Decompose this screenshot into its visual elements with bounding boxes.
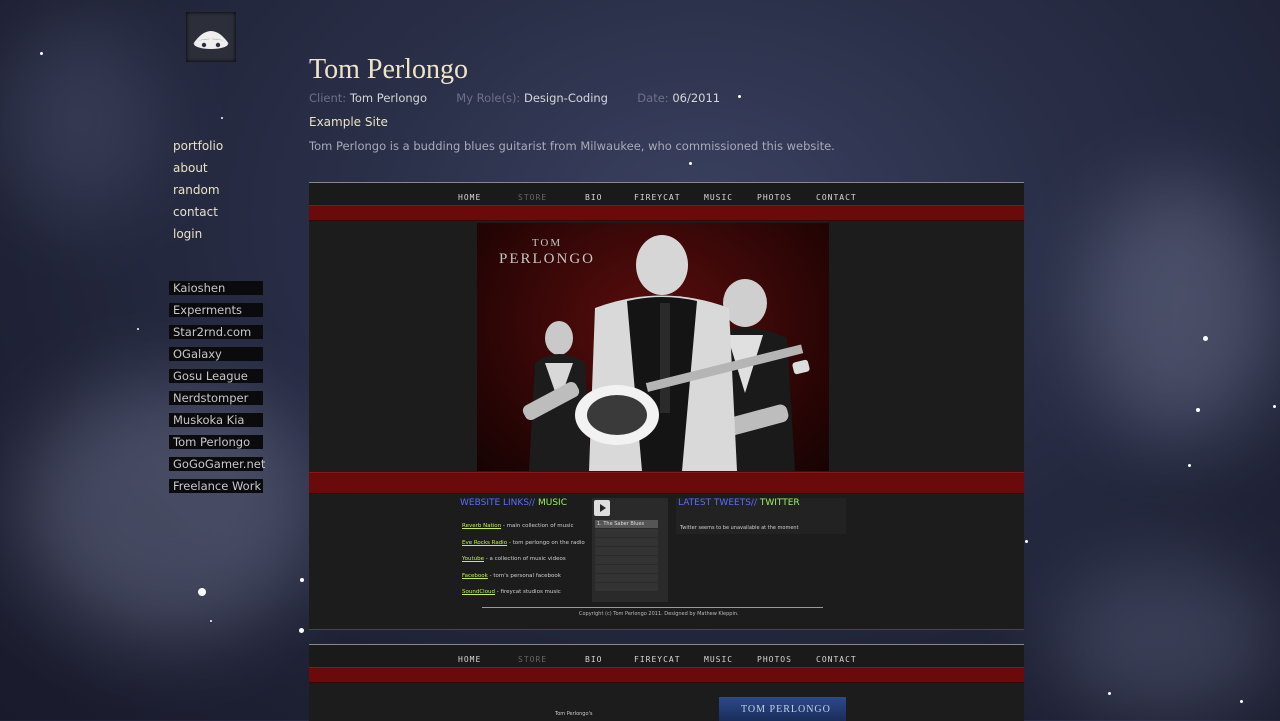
- link-desc: - a collection of music videos: [484, 556, 566, 562]
- link-desc: - main collection of music: [501, 523, 574, 529]
- logo-icon: [193, 31, 229, 49]
- main-nav: portfolio about random contact login: [173, 139, 223, 249]
- project-screenshot-1: HOME STORE BIO FIREYCAT MUSIC PHOTOS CON…: [309, 182, 1024, 630]
- player-track: [595, 574, 658, 582]
- nav-portfolio[interactable]: portfolio: [173, 139, 223, 161]
- portfolio-list: Kaioshen Experments Star2rnd.com OGalaxy…: [169, 281, 265, 501]
- link-row: Reverb Nation - main collection of music: [462, 523, 585, 540]
- snav-fireycat: FIREYCAT: [634, 193, 681, 202]
- player-selected-track: 1. The Saber Blues: [595, 520, 658, 528]
- nav-about[interactable]: about: [173, 161, 223, 183]
- project-description: Tom Perlongo is a budding blues guitaris…: [309, 139, 835, 153]
- snav-fireycat: FIREYCAT: [634, 655, 681, 664]
- tweets-text: Twitter seems to be unavailable at the m…: [680, 525, 799, 531]
- snav-contact: CONTACT: [816, 655, 857, 664]
- bio-text: Tom Perlongo's: [555, 711, 593, 717]
- hero-image: TOM PERLONGO: [477, 223, 829, 471]
- link-desc: - fireycat studios music: [495, 589, 561, 595]
- footer-copyright: Copyright (c) Tom Perlongo 2011. Designe…: [579, 611, 739, 617]
- site-logo[interactable]: [186, 12, 236, 62]
- portfolio-item-gogogamer[interactable]: GoGoGamer.net: [169, 457, 265, 471]
- red-bar-top: [309, 667, 1024, 683]
- client-label: Client:: [309, 91, 347, 105]
- portfolio-item-kaioshen[interactable]: Kaioshen: [169, 281, 263, 295]
- project-meta: Client: Tom Perlongo My Role(s): Design-…: [309, 91, 720, 105]
- link-name: Youtube: [462, 556, 484, 562]
- link-name: SoundCloud: [462, 589, 496, 595]
- screenshot-nav: HOME STORE BIO FIREYCAT MUSIC PHOTOS CON…: [309, 645, 1024, 667]
- project-screenshot-2: HOME STORE BIO FIREYCAT MUSIC PHOTOS CON…: [309, 644, 1024, 721]
- album-image-text: TOM PERLONGO: [741, 704, 831, 715]
- music-player: 1. The Saber Blues: [592, 498, 668, 602]
- tweets-panel: LATEST TWEETS// TWITTER Twitter seems to…: [676, 498, 846, 534]
- link-row: Youtube - a collection of music videos: [462, 556, 585, 573]
- links-heading-a: WEBSITE LINKS//: [460, 498, 536, 508]
- player-track: [595, 538, 658, 546]
- link-desc: - tom's personal facebook: [487, 572, 561, 579]
- website-links: Reverb Nation - main collection of music…: [462, 523, 585, 606]
- nav-contact[interactable]: contact: [173, 205, 223, 227]
- portfolio-item-nerdstomper[interactable]: Nerdstomper: [169, 391, 263, 405]
- snav-home: HOME: [458, 193, 482, 202]
- player-track: [595, 529, 658, 537]
- red-bar-top: [309, 205, 1024, 221]
- guitarist-figures: [522, 235, 810, 471]
- links-heading-b: MUSIC: [537, 498, 567, 508]
- snav-store: STORE: [518, 193, 548, 202]
- footer-divider: [482, 607, 823, 608]
- portfolio-item-tom-perlongo[interactable]: Tom Perlongo: [169, 435, 263, 449]
- tweets-heading: LATEST TWEETS// TWITTER: [678, 498, 800, 508]
- snav-home: HOME: [458, 655, 482, 664]
- example-site-link[interactable]: Example Site: [309, 115, 388, 129]
- link-name: Facebook: [462, 572, 488, 579]
- link-desc: - tom perlongo on the radio: [507, 539, 585, 546]
- screenshot-nav: HOME STORE BIO FIREYCAT MUSIC PHOTOS CON…: [309, 183, 1024, 205]
- tweets-heading-b: TWITTER: [759, 498, 800, 508]
- link-name: Reverb Nation: [462, 523, 502, 529]
- links-heading: WEBSITE LINKS// MUSIC: [460, 498, 567, 508]
- nav-random[interactable]: random: [173, 183, 223, 205]
- snav-photos: PHOTOS: [757, 193, 792, 202]
- role-label: My Role(s):: [456, 91, 521, 105]
- player-track: [595, 583, 658, 591]
- portfolio-item-muskoka-kia[interactable]: Muskoka Kia: [169, 413, 263, 427]
- snav-bio: BIO: [585, 655, 603, 664]
- project-title: Tom Perlongo: [309, 54, 469, 85]
- link-name: Eve Rocks Radio: [462, 539, 508, 546]
- player-track: [595, 556, 658, 564]
- snav-photos: PHOTOS: [757, 655, 792, 664]
- role-value: Design-Coding: [523, 91, 608, 105]
- link-row: Eve Rocks Radio - tom perlongo on the ra…: [462, 540, 585, 557]
- red-bar-bottom: [309, 472, 1024, 494]
- tweets-heading-a: LATEST TWEETS//: [678, 498, 757, 508]
- snav-bio: BIO: [585, 193, 603, 202]
- portfolio-item-star2rnd[interactable]: Star2rnd.com: [169, 325, 263, 339]
- snav-music: MUSIC: [704, 655, 734, 664]
- snav-store: STORE: [518, 655, 548, 664]
- portfolio-item-freelance[interactable]: Freelance Work: [169, 479, 263, 493]
- client-value: Tom Perlongo: [349, 91, 427, 105]
- album-image: TOM PERLONGO: [719, 697, 846, 721]
- link-row: SoundCloud - fireycat studios music: [462, 589, 585, 606]
- player-track: [595, 565, 658, 573]
- player-track: [595, 547, 658, 555]
- portfolio-item-ogalaxy[interactable]: OGalaxy: [169, 347, 263, 361]
- play-icon: [594, 500, 610, 516]
- date-value: 06/2011: [672, 91, 721, 105]
- portfolio-item-gosu-league[interactable]: Gosu League: [169, 369, 263, 383]
- nav-login[interactable]: login: [173, 227, 223, 249]
- portfolio-item-experments[interactable]: Experments: [169, 303, 263, 317]
- link-row: Facebook - tom's personal facebook: [462, 573, 585, 590]
- snav-music: MUSIC: [704, 193, 734, 202]
- date-label: Date:: [637, 91, 669, 105]
- snav-contact: CONTACT: [816, 193, 857, 202]
